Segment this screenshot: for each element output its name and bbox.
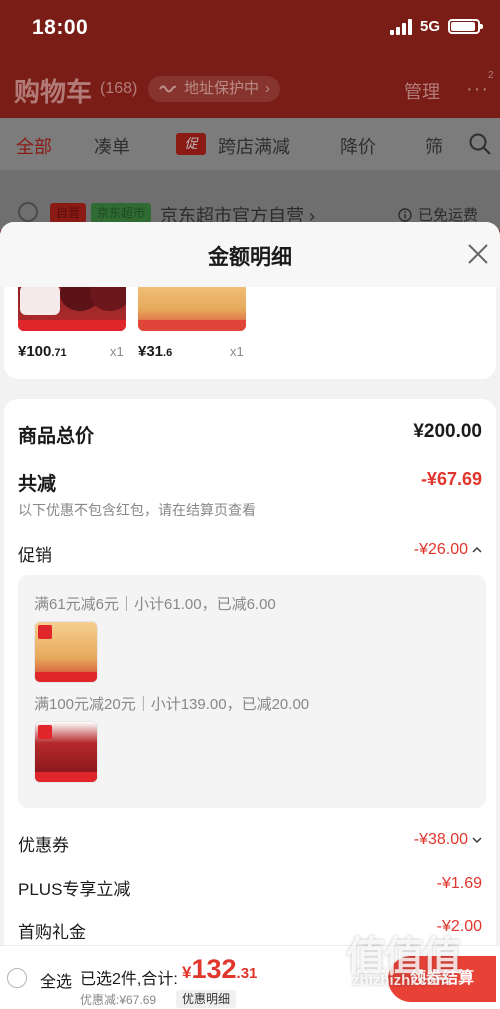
promo-detail-box: 满61元减6元｜小计61.00，已减6.00 满100元减20元｜小计139.0…: [18, 575, 486, 808]
checkout-bar: 全选 已选2件,合计: ¥132.31 优惠减:¥67.69 优惠明细 领券结算: [0, 945, 500, 1009]
close-icon[interactable]: [466, 242, 490, 266]
select-all-radio[interactable]: [7, 968, 27, 988]
address-protection-badge[interactable]: 地址保护中 ›: [148, 76, 281, 102]
tab-combine[interactable]: 凑单: [94, 133, 130, 159]
cart-title: 购物车: [14, 77, 93, 107]
promo-value: -¥26.00: [414, 541, 482, 559]
product-thumbnail-lamb[interactable]: [18, 287, 126, 331]
info-icon: [398, 207, 412, 222]
promo-product-thumbnail-lamb[interactable]: [34, 721, 98, 783]
first-gift-label: 首购礼金: [18, 923, 86, 942]
signal-icon: [389, 18, 412, 35]
goods-total-row: 商品总价 ¥200.00: [18, 421, 482, 447]
manage-button[interactable]: 管理: [404, 78, 440, 104]
store-select-radio[interactable]: [18, 202, 38, 222]
reduce-note-row: 以下优惠不包含红包，请在结算页查看: [18, 500, 482, 520]
tab-all[interactable]: 全部: [16, 133, 52, 159]
item-qty: x1: [230, 344, 244, 359]
coupon-value: -¥38.00: [414, 831, 482, 849]
first-gift-row: 首购礼金 -¥2.00: [18, 918, 482, 942]
total-price: ¥132.31: [182, 954, 258, 984]
select-all-label[interactable]: 全选: [40, 968, 72, 992]
battery-icon: [448, 19, 483, 34]
coupon-label: 优惠券: [18, 836, 69, 855]
plus-label: PLUS专享立减: [18, 880, 131, 899]
plus-row: PLUS专享立减 -¥1.69: [18, 875, 482, 899]
chevron-right-icon: ›: [265, 80, 271, 97]
reduce-note: 以下优惠不包含红包，请在结算页查看: [18, 502, 256, 518]
status-icons: 5G: [389, 18, 483, 35]
self-operated-badge: 自营: [50, 203, 87, 223]
link-icon: [159, 85, 177, 93]
status-time: 18:00: [32, 16, 89, 39]
promo-label: 促销: [18, 546, 52, 565]
promo-rule: 满100元减20元｜小计139.00，已减20.00: [34, 696, 310, 713]
tab-filter[interactable]: 筛: [425, 133, 443, 159]
selected-info: 已选2件,合计:: [80, 971, 178, 988]
plus-value: -¥1.69: [436, 875, 482, 892]
filter-tabs: 全部 凑单 促 跨店满减 降价 筛: [0, 118, 500, 170]
more-badge: 2: [488, 70, 494, 81]
status-bar: 18:00 5G: [0, 0, 500, 58]
item-thumbnails: ¥100.71 x1 ¥31.6 x1: [4, 287, 496, 379]
search-icon[interactable]: [468, 132, 492, 156]
supermarket-badge: 京东超市: [91, 203, 152, 223]
amount-detail-sheet: 金额明细 ¥100.71 x1 ¥31.6 x1 商品总价 ¥200.00 共减…: [0, 222, 500, 1009]
item-price: ¥31.6: [138, 343, 173, 360]
cart-header: 购物车 (168) 地址保护中 › 管理 ··· 2: [0, 58, 500, 118]
first-gift-value: -¥2.00: [436, 918, 482, 935]
discount-line: 优惠减:¥67.69: [80, 993, 157, 1007]
tab-price-drop[interactable]: 降价: [340, 133, 376, 159]
item-qty: x1: [110, 344, 124, 359]
chevron-up-icon[interactable]: [472, 546, 482, 554]
sheet-header: 金额明细: [0, 222, 500, 287]
store-row: 自营 京东超市 京东超市官方自营 › 已免运费: [0, 170, 500, 230]
item-price: ¥100.71: [18, 343, 67, 360]
address-protection-label: 地址保护中: [184, 80, 260, 97]
more-icon[interactable]: ···: [466, 78, 489, 101]
promo-product-thumbnail-cracker[interactable]: [34, 621, 98, 683]
checkout-button[interactable]: 领券结算: [388, 956, 496, 1002]
total-reduce-value: -¥67.69: [420, 469, 482, 489]
discount-detail-button[interactable]: 优惠明细: [176, 990, 237, 1008]
goods-total-label: 商品总价: [18, 426, 95, 447]
promo-row[interactable]: 促销 -¥26.00: [18, 541, 482, 565]
promo-chip: 促: [176, 133, 206, 155]
network-type: 5G: [419, 18, 440, 35]
chevron-down-icon[interactable]: [472, 836, 482, 844]
goods-total-value: ¥200.00: [413, 421, 482, 442]
tab-cross-store[interactable]: 跨店满减: [218, 133, 290, 159]
amount-breakdown: 商品总价 ¥200.00 共减 -¥67.69 以下优惠不包含红包，请在结算页查…: [4, 399, 496, 1009]
cart-count: (168): [100, 80, 138, 97]
promo-rule: 满61元减6元｜小计61.00，已减6.00: [34, 596, 276, 613]
coupon-row[interactable]: 优惠券 -¥38.00: [18, 831, 482, 855]
product-thumbnail-cracker[interactable]: [138, 287, 246, 331]
sheet-title: 金额明细: [208, 246, 292, 269]
total-reduce-row: 共减 -¥67.69: [18, 469, 482, 495]
total-reduce-label: 共减: [18, 474, 57, 495]
